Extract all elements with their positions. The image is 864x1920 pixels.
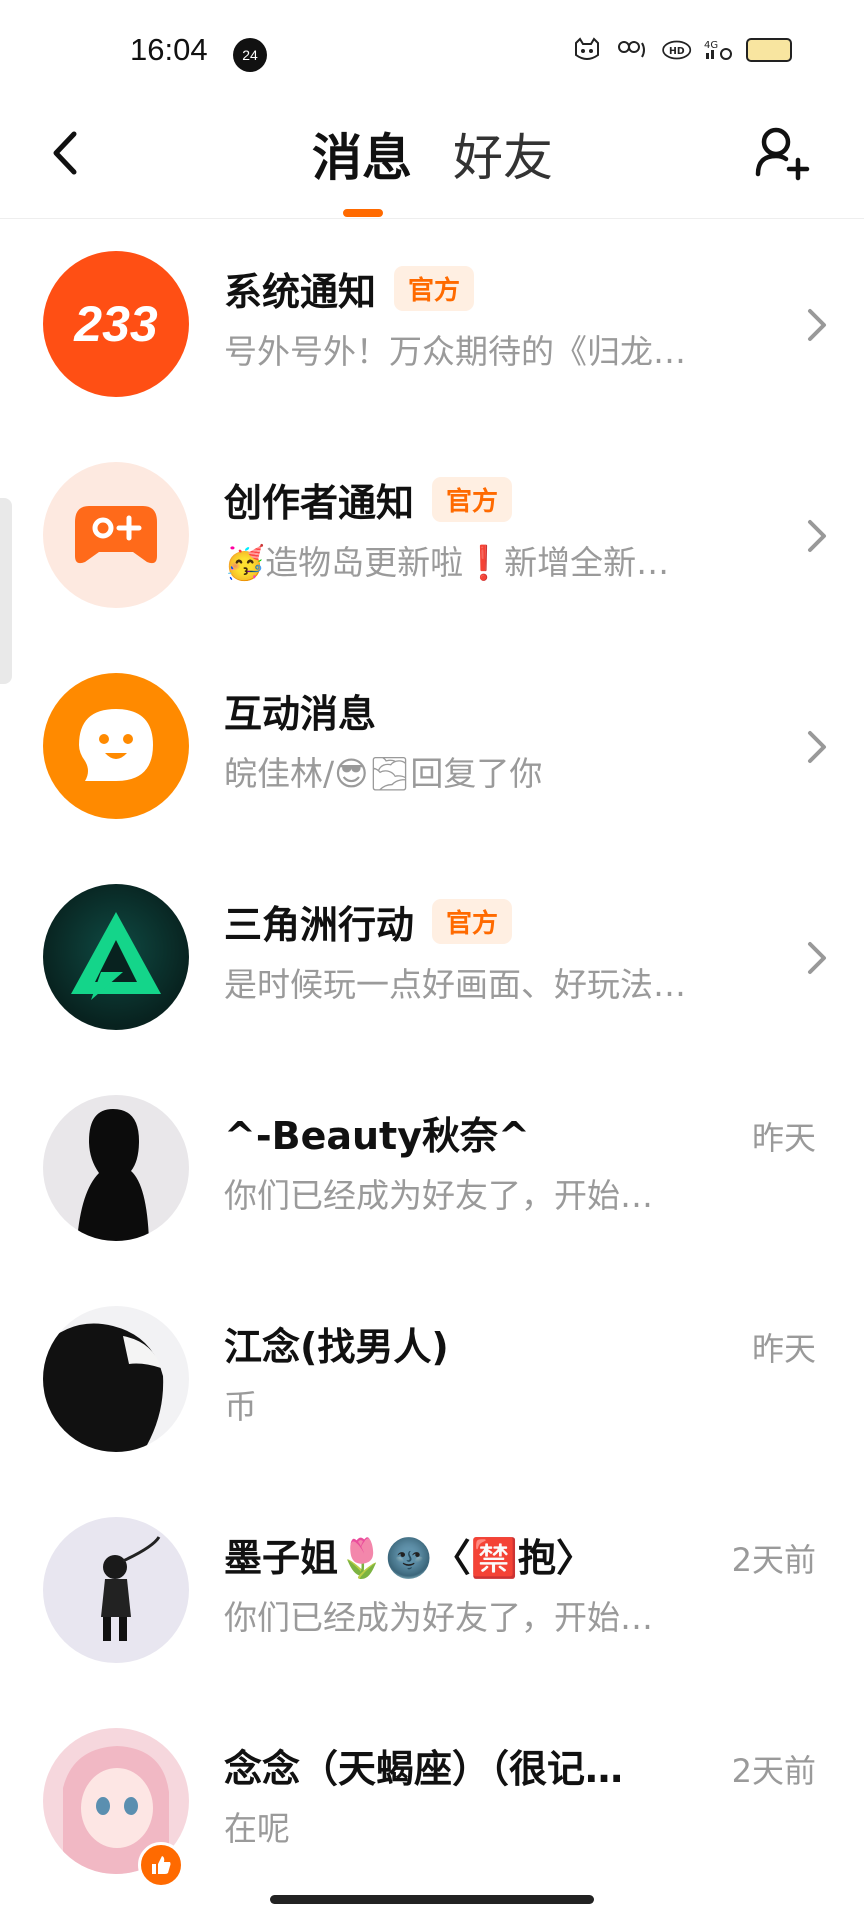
add-friend-button[interactable] [752, 122, 812, 182]
message-preview: 你们已经成为好友了，开始… [224, 1176, 653, 1215]
chat-bubble-face-icon [79, 709, 153, 781]
conversation-row-user[interactable]: 江念(找男人) 币 昨天 [0, 1274, 864, 1485]
back-button[interactable] [40, 128, 90, 178]
silhouette-icon [77, 1109, 149, 1241]
dark-figure-icon [43, 1323, 164, 1452]
gamepad-icon [75, 506, 157, 564]
conversation-name: 三角洲行动 [224, 903, 415, 947]
conversation-row-creator-notice[interactable]: 创作者通知 官方 🥳造物岛更新啦❗新增全新… [0, 430, 864, 641]
conversation-name: 互动消息 [224, 692, 377, 736]
cat-icon [570, 36, 604, 64]
status-icons: HD 4G [570, 36, 792, 64]
tab-messages[interactable]: 消息 [312, 118, 412, 190]
conversation-name: 墨子姐🌷🌚〈🈲抱〉 [224, 1536, 594, 1580]
message-preview: 是时候玩一点好画面、好玩法… [224, 965, 686, 1004]
notification-count-badge: 24 [233, 38, 267, 72]
message-preview: 号外号外！万众期待的《归龙… [224, 332, 686, 371]
thumbs-up-icon [152, 1856, 171, 1874]
nfc-icon [614, 36, 648, 64]
avatar-logo-text: 233 [74, 296, 158, 352]
message-preview: 在呢 [224, 1809, 290, 1848]
chevron-right-icon [808, 309, 826, 341]
signal-4g-icon: 4G [702, 36, 736, 64]
official-badge: 官方 [394, 266, 475, 311]
conversation-name: 系统通知 [224, 270, 377, 314]
avatar [43, 884, 189, 1030]
conversation-list: 233 系统通知 官方 号外号外！万众期待的《归龙… 创作者通知 官方 🥳造物岛… [0, 219, 864, 1907]
anime-girl-icon [101, 1536, 161, 1641]
conversation-name: ^-Beauty秋奈^ [224, 1114, 530, 1158]
active-tab-indicator [343, 209, 383, 217]
message-time: 昨天 [751, 1330, 816, 1368]
triangle-logo-icon [71, 912, 161, 1000]
official-badge: 官方 [432, 899, 513, 944]
conversation-row-system-notice[interactable]: 233 系统通知 官方 号外号外！万众期待的《归龙… [0, 219, 864, 430]
message-preview: 币 [224, 1387, 257, 1426]
conversation-row-delta-force[interactable]: 三角洲行动 官方 是时候玩一点好画面、好玩法… [0, 852, 864, 1063]
like-badge [138, 1842, 184, 1888]
chevron-right-icon [808, 520, 826, 552]
add-user-icon [755, 127, 810, 181]
avatar: 233 [43, 251, 189, 397]
official-badge: 官方 [432, 477, 513, 522]
battery-icon [746, 38, 792, 62]
tab-friends[interactable]: 好友 [453, 118, 553, 190]
conversation-name: 念念（天蝎座）（很记… [224, 1747, 624, 1791]
hd-call-icon: HD [658, 36, 692, 64]
chevron-right-icon [808, 942, 826, 974]
message-time: 昨天 [751, 1119, 816, 1157]
avatar [43, 673, 189, 819]
conversation-row-user[interactable]: 墨子姐🌷🌚〈🈲抱〉 你们已经成为好友了，开始… 2天前 [0, 1485, 864, 1696]
chevron-right-icon [808, 731, 826, 763]
avatar [43, 1095, 189, 1241]
svg-text:HD: HD [669, 46, 685, 57]
conversation-row-user[interactable]: 念念（天蝎座）（很记… 在呢 2天前 [0, 1696, 864, 1907]
conversation-name: 创作者通知 [224, 481, 415, 525]
message-time: 2天前 [731, 1541, 816, 1579]
top-nav: 消息 好友 [0, 100, 864, 219]
back-arrow-icon [53, 131, 77, 175]
home-indicator[interactable] [270, 1895, 594, 1904]
message-preview: 🥳造物岛更新啦❗新增全新… [224, 543, 670, 582]
avatar [43, 1306, 189, 1452]
avatar [43, 462, 189, 608]
message-preview: 你们已经成为好友了，开始… [224, 1598, 653, 1637]
conversation-name: 江念(找男人) [224, 1325, 449, 1369]
avatar [43, 1517, 189, 1663]
message-time: 2天前 [731, 1752, 816, 1790]
status-time: 16:04 [130, 32, 208, 67]
status-bar: 16:04 24 HD 4G [0, 0, 864, 100]
conversation-row-interactions[interactable]: 互动消息 皖佳林/😎🌫回复了你 [0, 641, 864, 852]
svg-text:4G: 4G [704, 40, 718, 51]
conversation-row-user[interactable]: ^-Beauty秋奈^ 你们已经成为好友了，开始… 昨天 [0, 1063, 864, 1274]
message-preview: 皖佳林/😎🌫回复了你 [224, 754, 543, 793]
